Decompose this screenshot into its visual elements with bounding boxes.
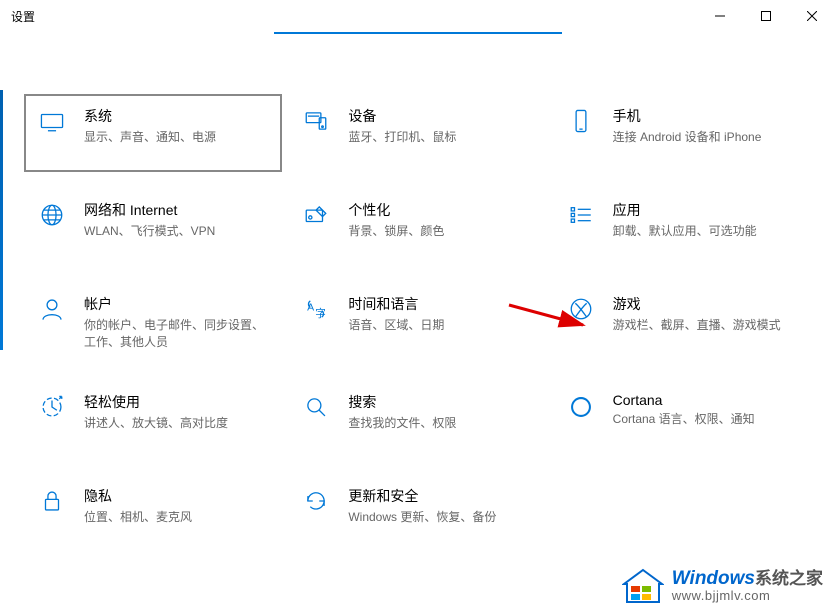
globe-icon (34, 200, 70, 228)
category-ease-of-access[interactable]: 轻松使用 讲述人、放大镜、高对比度 (24, 380, 282, 458)
category-subtitle: 卸载、默认应用、可选功能 (613, 223, 757, 240)
category-title: 更新和安全 (348, 486, 496, 506)
close-button[interactable] (789, 0, 835, 32)
category-network[interactable]: 网络和 Internet WLAN、飞行模式、VPN (24, 188, 282, 266)
category-title: 帐户 (84, 294, 272, 314)
category-subtitle: 连接 Android 设备和 iPhone (613, 129, 762, 146)
category-subtitle: WLAN、飞行模式、VPN (84, 223, 215, 240)
category-title: 个性化 (348, 200, 444, 220)
category-cortana[interactable]: Cortana Cortana 语言、权限、通知 (553, 380, 811, 458)
settings-grid: 系统 显示、声音、通知、电源 设备 蓝牙、打印机、鼠标 手机 连接 Androi… (0, 34, 835, 552)
house-icon (622, 566, 664, 606)
category-apps[interactable]: 应用 卸载、默认应用、可选功能 (553, 188, 811, 266)
category-title: 网络和 Internet (84, 200, 215, 220)
minimize-button[interactable] (697, 0, 743, 32)
category-subtitle: Cortana 语言、权限、通知 (613, 411, 755, 428)
category-subtitle: 背景、锁屏、颜色 (348, 223, 444, 240)
category-subtitle: 讲述人、放大镜、高对比度 (84, 415, 228, 432)
watermark-site-name: Windows系统之家 (672, 568, 823, 590)
category-gaming[interactable]: 游戏 游戏栏、截屏、直播、游戏模式 (553, 282, 811, 364)
category-privacy[interactable]: 隐私 位置、相机、麦克风 (24, 474, 282, 552)
category-title: 设备 (348, 106, 456, 126)
category-subtitle: 你的帐户、电子邮件、同步设置、工作、其他人员 (84, 317, 272, 352)
language-icon: A字 (298, 294, 334, 322)
watermark-url: www.bjjmlv.com (672, 589, 823, 604)
category-subtitle: 位置、相机、麦克风 (84, 509, 192, 526)
category-subtitle: 游戏栏、截屏、直播、游戏模式 (613, 317, 781, 334)
search-icon (298, 392, 334, 420)
category-subtitle: 显示、声音、通知、电源 (84, 129, 216, 146)
category-title: 时间和语言 (348, 294, 444, 314)
paint-icon (298, 200, 334, 228)
category-subtitle: 蓝牙、打印机、鼠标 (348, 129, 456, 146)
xbox-icon (563, 294, 599, 322)
category-update-security[interactable]: 更新和安全 Windows 更新、恢复、备份 (288, 474, 546, 552)
titlebar: 设置 (0, 0, 835, 32)
category-title: 系统 (84, 106, 216, 126)
svg-text:字: 字 (316, 307, 327, 320)
category-subtitle: 语音、区域、日期 (348, 317, 444, 334)
category-title: 搜索 (348, 392, 456, 412)
category-title: Cortana (613, 392, 755, 408)
devices-icon (298, 106, 334, 134)
window-controls (697, 0, 835, 32)
ease-of-access-icon (34, 392, 70, 420)
display-icon (34, 106, 70, 134)
category-title: 隐私 (84, 486, 192, 506)
watermark: Windows系统之家 www.bjjmlv.com (610, 560, 835, 612)
category-subtitle: Windows 更新、恢复、备份 (348, 509, 496, 526)
category-personalization[interactable]: 个性化 背景、锁屏、颜色 (288, 188, 546, 266)
category-devices[interactable]: 设备 蓝牙、打印机、鼠标 (288, 94, 546, 172)
category-subtitle: 查找我的文件、权限 (348, 415, 456, 432)
lock-icon (34, 486, 70, 514)
update-icon (298, 486, 334, 514)
category-search[interactable]: 搜索 查找我的文件、权限 (288, 380, 546, 458)
category-title: 轻松使用 (84, 392, 228, 412)
category-title: 游戏 (613, 294, 781, 314)
category-title: 应用 (613, 200, 757, 220)
category-phone[interactable]: 手机 连接 Android 设备和 iPhone (553, 94, 811, 172)
left-scrollbar-artifact (0, 90, 3, 350)
category-time-language[interactable]: A字 时间和语言 语音、区域、日期 (288, 282, 546, 364)
category-system[interactable]: 系统 显示、声音、通知、电源 (24, 94, 282, 172)
phone-icon (563, 106, 599, 134)
apps-icon (563, 200, 599, 228)
category-title: 手机 (613, 106, 762, 126)
window-title: 设置 (0, 8, 35, 25)
cortana-icon (563, 392, 599, 420)
maximize-button[interactable] (743, 0, 789, 32)
person-icon (34, 294, 70, 322)
category-accounts[interactable]: 帐户 你的帐户、电子邮件、同步设置、工作、其他人员 (24, 282, 282, 364)
